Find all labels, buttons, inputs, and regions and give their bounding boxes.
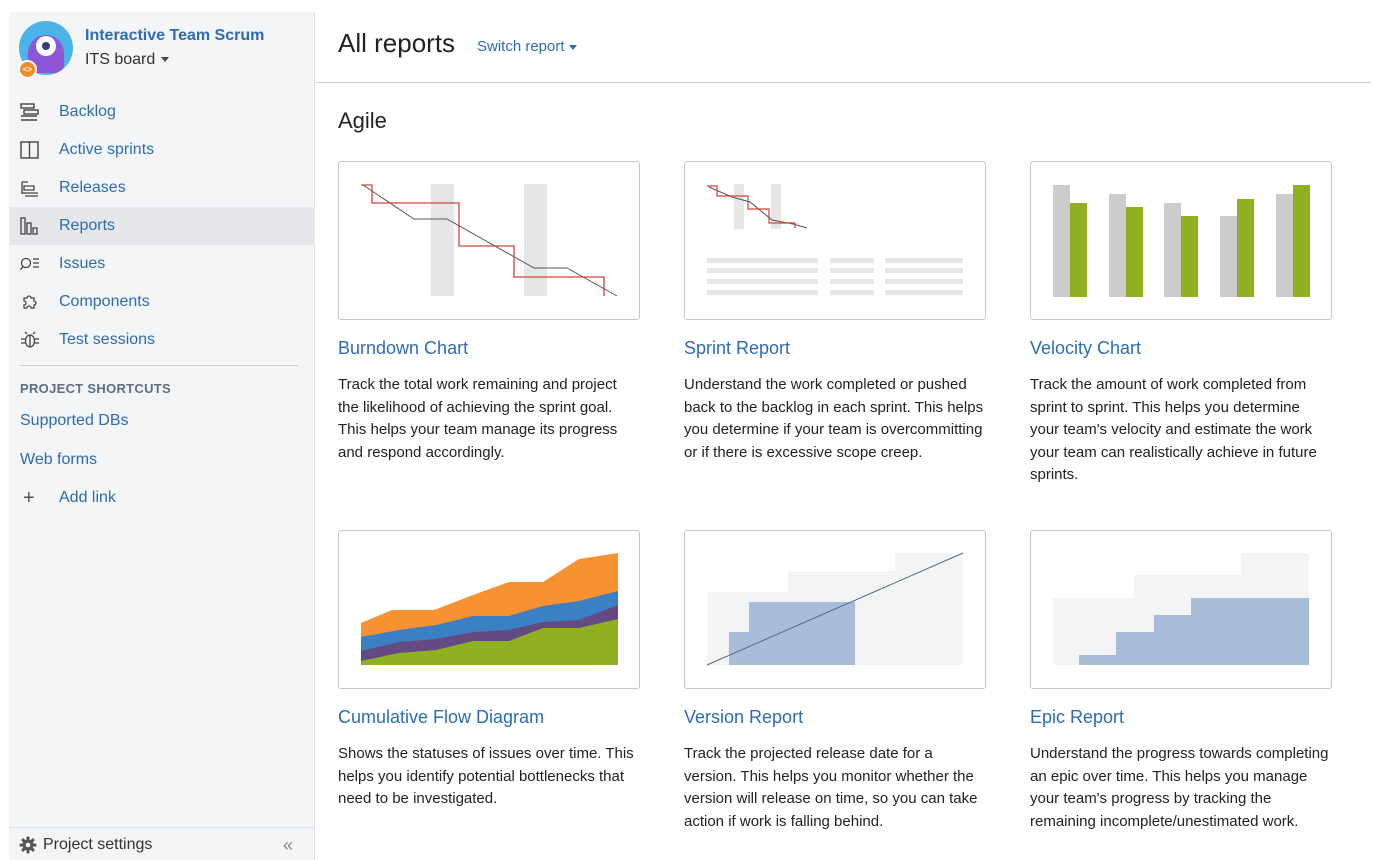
board-selector[interactable]: ITS board <box>85 51 170 69</box>
gear-icon <box>19 836 37 854</box>
version-report-illustration <box>706 552 964 666</box>
issues-icon <box>19 254 41 274</box>
sidebar-item-label: Test sessions <box>59 331 156 348</box>
report-description: Understand the work completed or pushed … <box>684 376 984 461</box>
sidebar-divider <box>20 365 298 366</box>
plus-icon: + <box>23 487 35 509</box>
report-title[interactable]: Velocity Chart <box>1030 338 1141 359</box>
sidebar-footer: Project settings « <box>9 827 315 860</box>
sidebar-item-active-sprints[interactable]: Active sprints <box>9 131 315 169</box>
board-name: ITS board <box>85 51 156 68</box>
shortcuts-heading: PROJECT SHORTCUTS <box>20 381 172 396</box>
sidebar: <> Interactive Team Scrum ITS board Back… <box>9 12 315 860</box>
releases-icon <box>19 178 41 198</box>
report-description: Track the total work remaining and proje… <box>338 376 618 461</box>
report-description: Track the projected release date for a v… <box>684 745 978 830</box>
velocity-thumbnail[interactable] <box>1030 161 1332 320</box>
add-link-label: Add link <box>59 489 116 506</box>
sidebar-item-releases[interactable]: Releases <box>9 169 315 207</box>
sidebar-item-label: Active sprints <box>59 141 155 158</box>
collapse-sidebar-button[interactable]: « <box>283 835 293 856</box>
chevron-down-icon <box>161 57 170 63</box>
burndown-illustration <box>361 184 618 297</box>
active-sprints-icon <box>19 140 41 160</box>
sprint-report-thumbnail[interactable] <box>684 161 986 320</box>
backlog-icon <box>19 102 41 122</box>
project-name[interactable]: Interactive Team Scrum <box>85 27 264 45</box>
project-type-badge: <> <box>18 60 37 79</box>
page-title: All reports <box>338 28 456 58</box>
sidebar-item-test-sessions[interactable]: Test sessions <box>9 321 315 359</box>
sidebar-item-reports[interactable]: Reports <box>9 207 315 245</box>
sidebar-item-components[interactable]: Components <box>9 283 315 321</box>
cumulative-flow-thumbnail[interactable] <box>338 530 640 689</box>
project-header: <> Interactive Team Scrum ITS board <box>9 12 315 92</box>
sidebar-item-label: Components <box>59 293 150 310</box>
report-title[interactable]: Burndown Chart <box>338 338 468 359</box>
burndown-thumbnail[interactable] <box>338 161 640 320</box>
test-sessions-icon <box>19 330 41 350</box>
report-description: Shows the statuses of issues over time. … <box>338 745 634 807</box>
add-link-button[interactable]: + Add link <box>9 487 209 511</box>
report-title[interactable]: Cumulative Flow Diagram <box>338 707 544 728</box>
report-description: Understand the progress towards completi… <box>1030 745 1329 830</box>
components-icon <box>19 292 41 312</box>
cumulative-flow-illustration <box>361 553 618 665</box>
shortcut-web-forms[interactable]: Web forms <box>20 451 97 469</box>
section-title-agile: Agile <box>338 108 387 133</box>
sidebar-item-issues[interactable]: Issues <box>9 245 315 283</box>
switch-report-dropdown[interactable]: Switch report <box>477 38 577 55</box>
sidebar-item-label: Releases <box>59 179 126 196</box>
project-settings-label: Project settings <box>43 836 153 853</box>
sidebar-item-label: Issues <box>59 255 106 272</box>
project-settings-link[interactable]: Project settings <box>19 836 152 854</box>
switch-report-label: Switch report <box>477 38 565 55</box>
sprint-report-illustration <box>707 184 963 295</box>
epic-report-illustration <box>1053 553 1309 665</box>
chevron-down-icon <box>568 44 577 50</box>
page-header: All reports Switch report <box>316 0 1371 83</box>
version-report-thumbnail[interactable] <box>684 530 986 689</box>
report-title[interactable]: Sprint Report <box>684 338 790 359</box>
sidebar-nav: Backlog Active sprints Releases Reports … <box>9 93 315 359</box>
sidebar-item-backlog[interactable]: Backlog <box>9 93 315 131</box>
report-title[interactable]: Epic Report <box>1030 707 1124 728</box>
sidebar-item-label: Reports <box>59 217 116 234</box>
report-description: Track the amount of work completed from … <box>1030 376 1317 483</box>
sidebar-item-label: Backlog <box>59 103 116 120</box>
epic-report-thumbnail[interactable] <box>1030 530 1332 689</box>
shortcut-supported-dbs[interactable]: Supported DBs <box>20 412 129 430</box>
velocity-illustration <box>1053 185 1310 297</box>
report-title[interactable]: Version Report <box>684 707 803 728</box>
reports-icon <box>19 216 41 236</box>
